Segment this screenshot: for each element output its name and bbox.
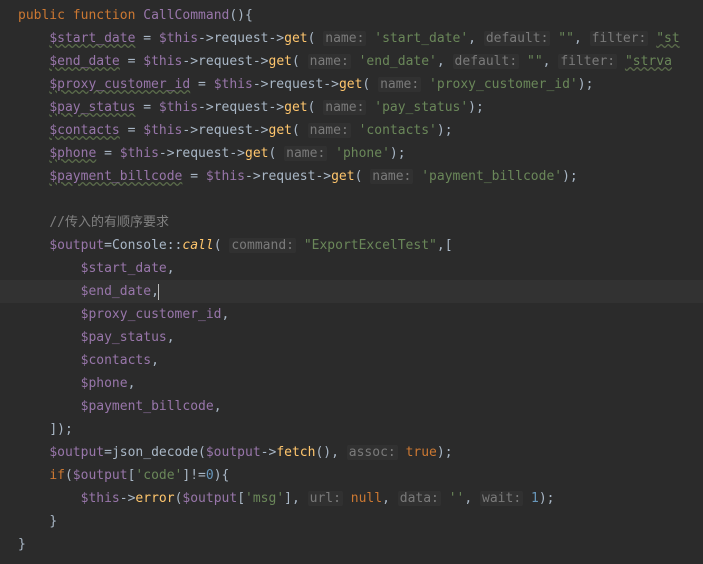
param-hint: assoc: <box>347 445 398 460</box>
code-line: } <box>18 510 703 533</box>
caret-icon <box>158 284 159 300</box>
code-line <box>18 188 703 211</box>
code-line: $payment_billcode, <box>18 395 703 418</box>
variable: $output <box>49 238 104 253</box>
param-hint: name: <box>323 31 366 46</box>
code-line: public function CallCommand(){ <box>18 4 703 27</box>
keyword-function: function <box>73 8 136 23</box>
comment: //传入的有顺序要求 <box>49 215 169 230</box>
variable: $payment_billcode <box>49 169 182 184</box>
code-line: $start_date = $this->request->get( name:… <box>18 27 703 50</box>
variable: $phone <box>49 146 96 161</box>
code-line-active: $end_date, <box>0 280 703 303</box>
code-line: $this->error($output['msg'], url: null, … <box>18 487 703 510</box>
code-line: $contacts, <box>18 349 703 372</box>
code-line: $phone = $this->request->get( name: 'pho… <box>18 142 703 165</box>
param-hint: url: <box>308 491 343 506</box>
code-line: $pay_status, <box>18 326 703 349</box>
param-hint: wait: <box>480 491 523 506</box>
variable: $start_date <box>49 31 135 46</box>
code-line: ]); <box>18 418 703 441</box>
keyword-public: public <box>18 8 65 23</box>
variable: $end_date <box>49 54 119 69</box>
param-hint: default: <box>484 31 551 46</box>
code-line: $payment_billcode = $this->request->get(… <box>18 165 703 188</box>
variable: $contacts <box>49 123 119 138</box>
code-line: } <box>18 533 703 556</box>
param-hint: filter: <box>590 31 649 46</box>
param-hint: data: <box>398 491 441 506</box>
code-line: $proxy_customer_id = $this->request->get… <box>18 73 703 96</box>
variable: $pay_status <box>49 100 135 115</box>
code-editor[interactable]: public function CallCommand(){ $start_da… <box>0 0 703 556</box>
code-line: $end_date = $this->request->get( name: '… <box>18 50 703 73</box>
param-hint: command: <box>229 238 296 253</box>
code-line: if($output['code']!=0){ <box>18 464 703 487</box>
variable: $proxy_customer_id <box>49 77 190 92</box>
code-line: $start_date, <box>18 257 703 280</box>
code-line: $phone, <box>18 372 703 395</box>
code-line: $contacts = $this->request->get( name: '… <box>18 119 703 142</box>
code-line: $proxy_customer_id, <box>18 303 703 326</box>
code-line: $pay_status = $this->request->get( name:… <box>18 96 703 119</box>
code-line: $output=json_decode($output->fetch(), as… <box>18 441 703 464</box>
code-line: //传入的有顺序要求 <box>18 211 703 234</box>
code-line: $output=Console::call( command: "ExportE… <box>18 234 703 257</box>
function-name: CallCommand <box>143 8 229 23</box>
